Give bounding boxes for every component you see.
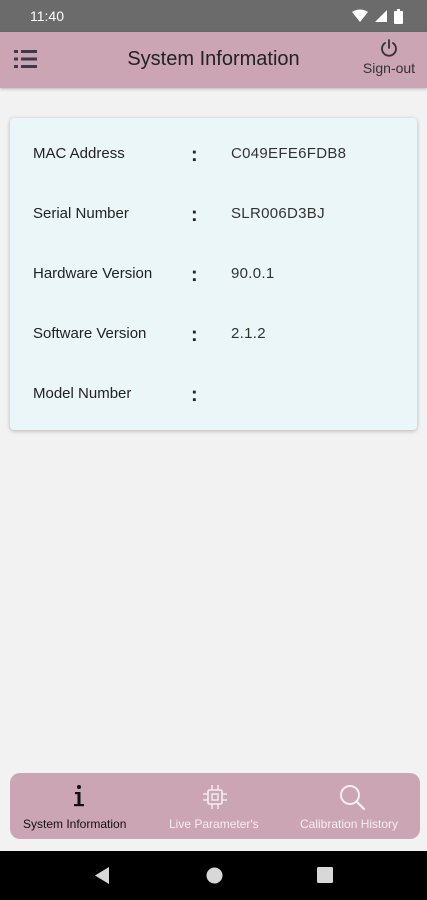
nav-item-live-parameters[interactable]: Live Parameter's <box>147 773 283 839</box>
info-icon <box>74 785 84 807</box>
info-value: SLR006D3BJ <box>231 205 325 222</box>
nav-item-system-information[interactable]: System Information <box>10 773 147 839</box>
sign-out-button[interactable]: Sign-out <box>361 38 417 84</box>
battery-icon <box>394 8 403 24</box>
nav-label: Live Parameter's <box>169 817 259 831</box>
system-info-card: MAC Address : C049EFE6FDB8 Serial Number… <box>10 118 417 430</box>
info-separator: : <box>191 264 198 286</box>
cell-signal-icon <box>375 10 387 22</box>
info-row-model-number: Model Number : <box>10 380 417 410</box>
nav-label: System Information <box>23 817 127 831</box>
search-icon <box>340 785 366 811</box>
info-label: Model Number <box>33 385 132 402</box>
info-row-software-version: Software Version : 2.1.2 <box>10 320 417 350</box>
info-value: C049EFE6FDB8 <box>231 145 347 162</box>
wifi-icon <box>352 9 368 22</box>
info-row-serial-number: Serial Number : SLR006D3BJ <box>10 200 417 230</box>
nav-item-calibration-history[interactable]: Calibration History <box>283 773 420 839</box>
info-separator: : <box>191 324 198 346</box>
info-value: 2.1.2 <box>231 325 266 342</box>
chip-icon <box>203 785 227 809</box>
info-separator: : <box>191 384 198 406</box>
bottom-nav: System Information Live Parameter's Cali… <box>10 773 420 839</box>
recent-apps-icon[interactable] <box>317 867 333 883</box>
info-row-mac-address: MAC Address : C049EFE6FDB8 <box>10 140 417 170</box>
home-icon[interactable] <box>206 867 223 884</box>
back-icon[interactable] <box>94 867 110 884</box>
info-label: MAC Address <box>33 145 125 162</box>
power-icon <box>381 39 397 57</box>
status-icons <box>352 8 403 24</box>
status-bar: 11:40 <box>0 0 427 32</box>
info-label: Hardware Version <box>33 265 153 282</box>
sign-out-label: Sign-out <box>362 60 416 76</box>
info-row-hardware-version: Hardware Version : 90.0.1 <box>10 260 417 290</box>
info-label: Software Version <box>33 325 147 342</box>
status-time: 11:40 <box>30 8 64 24</box>
info-label: Serial Number <box>33 205 129 222</box>
info-separator: : <box>191 204 198 226</box>
app-bar: System Information Sign-out <box>0 32 427 88</box>
info-separator: : <box>191 144 198 166</box>
info-value: 90.0.1 <box>231 265 275 282</box>
system-navigation-bar <box>0 851 427 900</box>
nav-label: Calibration History <box>300 817 399 831</box>
